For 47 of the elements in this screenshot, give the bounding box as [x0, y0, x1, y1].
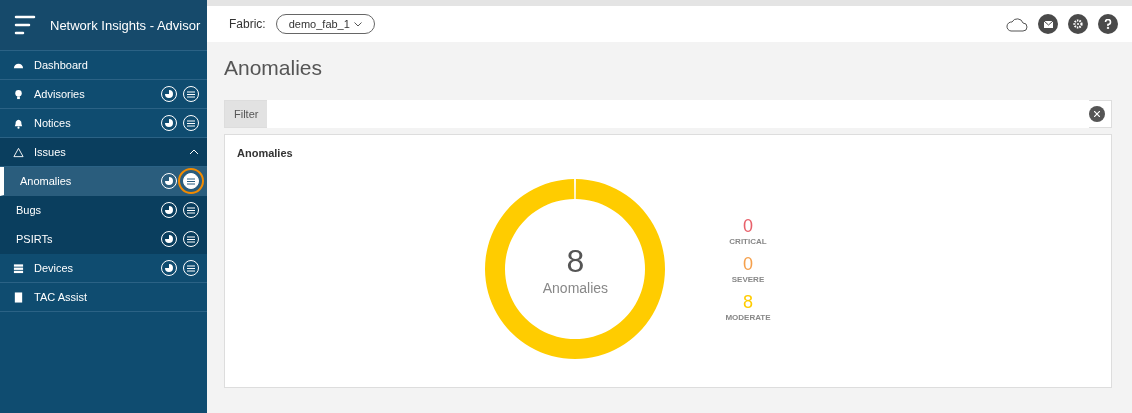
severity-label: SEVERE — [731, 275, 765, 284]
list-icon — [187, 264, 195, 272]
fabric-label: Fabric: — [229, 17, 266, 31]
app-title: Network Insights - Advisor — [50, 17, 201, 33]
filter-field[interactable]: Filter — [224, 100, 1112, 128]
severity-label: CRITICAL — [729, 237, 767, 246]
sidebar-item[interactable]: Anomalies — [0, 167, 207, 196]
pie-chart-icon — [165, 90, 173, 98]
page-title: Anomalies — [224, 56, 324, 80]
sidebar-item[interactable]: Bugs — [0, 196, 207, 225]
total-count: 8 — [566, 242, 585, 280]
chevron-up-icon[interactable] — [189, 149, 199, 155]
pie-chart-icon — [165, 235, 173, 243]
severity-count: 8 — [743, 292, 753, 313]
list-icon — [187, 206, 195, 214]
clear-button[interactable] — [1089, 106, 1105, 122]
close-icon — [1094, 111, 1100, 117]
lightbulb-icon — [13, 88, 24, 100]
list-icon — [187, 235, 195, 243]
menu-icon[interactable] — [14, 15, 36, 35]
caret-icon — [353, 21, 362, 27]
severity-count: 0 — [743, 216, 753, 237]
settings-icon — [1073, 19, 1083, 29]
list-icon — [187, 119, 195, 127]
fabric-dropdown[interactable]: demo_fab_1 — [275, 14, 375, 34]
pie-chart-icon — [165, 177, 173, 185]
severity-label: MODERATE — [725, 313, 771, 322]
settings-button[interactable] — [1068, 14, 1088, 34]
bell-icon — [13, 117, 24, 129]
cloud-icon[interactable] — [1006, 16, 1028, 32]
pie-chart-icon — [165, 264, 173, 272]
server-icon — [13, 262, 24, 274]
list-icon — [187, 177, 195, 185]
help-icon — [1104, 19, 1112, 29]
document-icon — [13, 291, 24, 303]
severity-count: 0 — [743, 254, 753, 275]
list-icon — [187, 90, 195, 98]
pie-chart-icon — [165, 206, 173, 214]
sidebar-item[interactable]: PSIRTs — [0, 225, 207, 254]
mail-button[interactable] — [1038, 14, 1058, 34]
warning-icon — [13, 146, 24, 158]
pie-chart-icon — [165, 119, 173, 127]
mail-icon — [1043, 20, 1053, 28]
sidebar-item[interactable]: Issues — [0, 138, 207, 167]
card-title: Anomalies — [237, 147, 293, 159]
help-button[interactable] — [1098, 14, 1118, 34]
total-label: Anomalies — [542, 279, 609, 296]
